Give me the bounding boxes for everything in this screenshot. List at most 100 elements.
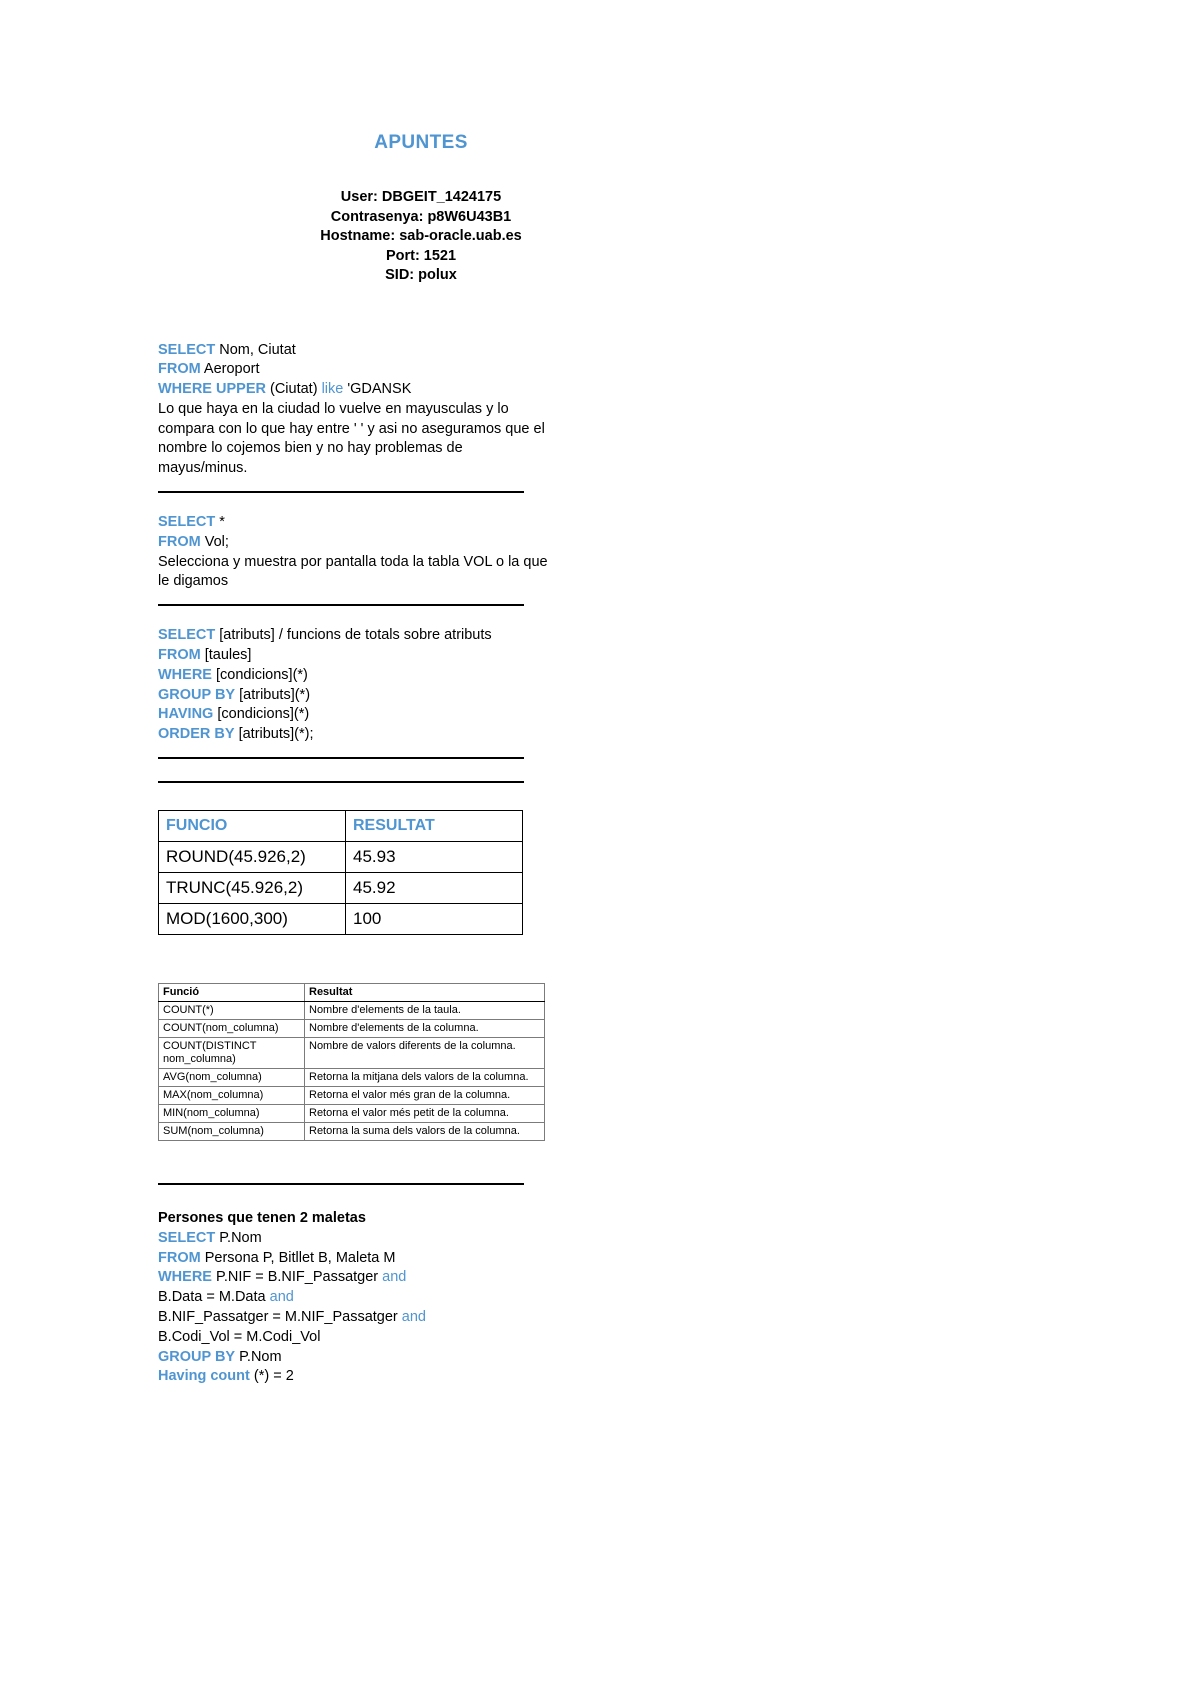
functions-results-table: FUNCIO RESULTAT ROUND(45.926,2) 45.93 TR… [158,810,523,936]
sql-keyword: Having count [158,1368,250,1385]
sql-keyword: SELECT [158,514,216,531]
sql-text: [taules] [200,647,252,664]
table-row: MOD(1600,300) 100 [158,903,523,936]
document-page: APUNTES User: DBGEIT_1424175 Contrasenya… [0,0,1200,1697]
sql-line: FROM Aeroport [158,360,678,380]
note-line: mayus/minus. [158,460,248,477]
note-line: Selecciona y muestra por pantalla toda l… [158,553,548,570]
sql-keyword: GROUP BY [158,686,236,703]
table-header-row: Funció Resultat [158,983,545,1003]
credential-port: Port: 1521 [385,247,457,264]
sql-line: FROM [taules] [158,646,678,666]
table-row: TRUNC(45.926,2) 45.92 [158,872,523,905]
credentials-block: User: DBGEIT_1424175 Contrasenya: p8W6U4… [164,188,678,286]
sql-keyword: SELECT [158,1229,216,1246]
sql-line: SELECT Nom, Ciutat [158,341,678,361]
sql-keyword: like [321,381,344,398]
sql-block-4: Persones que tenen 2 maletas SELECT P.No… [158,1209,678,1387]
sql-keyword: WHERE [158,666,212,683]
note-line: nombre lo cojemos bien y no hay problema… [158,440,463,457]
credential-sid: SID: polux [385,267,457,283]
sql-keyword: FROM [158,1249,201,1266]
sql-text: Nom, Ciutat [215,341,296,358]
cell-function: COUNT(*) [158,1001,305,1021]
sql-keyword: FROM [158,647,201,664]
sql-keyword: HAVING [158,706,214,723]
table-header-row: FUNCIO RESULTAT [158,810,523,843]
cell-result: 45.92 [345,872,523,905]
table-row: COUNT(*) Nombre d'elements de la taula. [158,1001,545,1021]
sql-line: HAVING [condicions](*) [158,705,678,725]
sql-text: Persona P, Bitllet B, Maleta M [200,1249,396,1266]
sql-line: ORDER BY [atributs](*); [158,725,678,745]
document-content: APUNTES User: DBGEIT_1424175 Contrasenya… [158,0,678,1387]
cell-function: MAX(nom_columna) [158,1086,305,1106]
sql-keyword: SELECT [158,341,216,358]
cell-result: 100 [345,903,523,936]
table-row: MIN(nom_columna) Retorna el valor més pe… [158,1104,545,1124]
sql-text: [atributs] / funcions de totals sobre at… [215,627,492,644]
sql-keyword: WHERE [158,1269,212,1286]
aggregate-functions-table: Funció Resultat COUNT(*) Nombre d'elemen… [158,983,545,1142]
sql-text: P.Nom [215,1229,262,1246]
cell-function: SUM(nom_columna) [158,1122,305,1142]
sql-line: FROM Vol; [158,533,678,553]
sql-keyword: and [269,1289,294,1306]
cell-result: 45.93 [345,841,523,874]
sql-line: Having count (*) = 2 [158,1367,678,1387]
sql-line: FROM Persona P, Bitllet B, Maleta M [158,1249,678,1269]
cell-result: Nombre d'elements de la taula. [304,1001,545,1021]
sql-line: SELECT * [158,513,678,533]
sql-keyword: and [382,1269,407,1286]
sql-line: SELECT P.Nom [158,1229,678,1249]
sql-block-3: SELECT [atributs] / funcions de totals s… [158,626,678,745]
column-header-resultat: RESULTAT [345,810,523,843]
cell-result: Retorna el valor més gran de la columna. [304,1086,545,1106]
sql-text: 'GDANSK [343,381,412,398]
cell-result: Retorna la mitjana dels valors de la col… [304,1068,545,1088]
note-line: compara con lo que hay entre ' ' y asi n… [158,420,545,437]
sql-text: P.NIF = B.NIF_Passatger [211,1269,383,1286]
sql-text: P.Nom [235,1348,282,1365]
sql-keyword: GROUP BY [158,1348,236,1365]
query-heading: Persones que tenen 2 maletas [158,1210,366,1227]
sql-text: [atributs](*) [235,686,311,703]
sql-line: B.Codi_Vol = M.Codi_Vol [158,1328,321,1345]
cell-function: ROUND(45.926,2) [158,841,346,874]
credential-password: Contrasenya: p8W6U43B1 [330,208,512,225]
column-header-funcio: FUNCIO [158,810,346,843]
table-row: COUNT(DISTINCT nom_columna) Nombre de va… [158,1037,545,1070]
sql-line: WHERE [condicions](*) [158,666,678,686]
cell-result: Retorna el valor més petit de la columna… [304,1104,545,1124]
sql-text: [atributs](*); [234,726,314,743]
table-row: MAX(nom_columna) Retorna el valor més gr… [158,1086,545,1106]
sql-line: GROUP BY [atributs](*) [158,686,678,706]
sql-text: [condicions](*) [211,666,308,683]
sql-text: Aeroport [200,361,260,378]
column-header-funcio: Funció [158,983,305,1003]
sql-keyword: and [401,1309,426,1326]
cell-function: TRUNC(45.926,2) [158,872,346,905]
credential-user: User: DBGEIT_1424175 [340,189,502,205]
page-title: APUNTES [374,132,468,153]
cell-result: Nombre de valors diferents de la columna… [304,1037,545,1070]
column-header-resultat: Resultat [304,983,545,1003]
sql-text: B.NIF_Passatger = M.NIF_Passatger [158,1309,402,1326]
cell-function: MIN(nom_columna) [158,1104,305,1124]
sql-block-1: SELECT Nom, Ciutat FROM Aeroport WHERE U… [158,341,678,480]
sql-keyword: FROM [158,361,201,378]
table-row: SUM(nom_columna) Retorna la suma dels va… [158,1122,545,1142]
sql-text: [condicions](*) [213,706,310,723]
sql-text: (Ciutat) [265,381,322,398]
cell-function: MOD(1600,300) [158,903,346,936]
sql-block-2: SELECT * FROM Vol; Selecciona y muestra … [158,513,678,592]
sql-keyword: SELECT [158,627,216,644]
sql-text: * [215,514,225,531]
sql-keyword: FROM [158,533,201,550]
table-row: ROUND(45.926,2) 45.93 [158,841,523,874]
credential-hostname: Hostname: sab-oracle.uab.es [320,228,522,244]
sql-line: GROUP BY P.Nom [158,1348,678,1368]
sql-keyword: WHERE UPPER [158,381,266,398]
cell-function: COUNT(DISTINCT nom_columna) [158,1037,305,1070]
sql-text: B.Data = M.Data [158,1289,270,1306]
